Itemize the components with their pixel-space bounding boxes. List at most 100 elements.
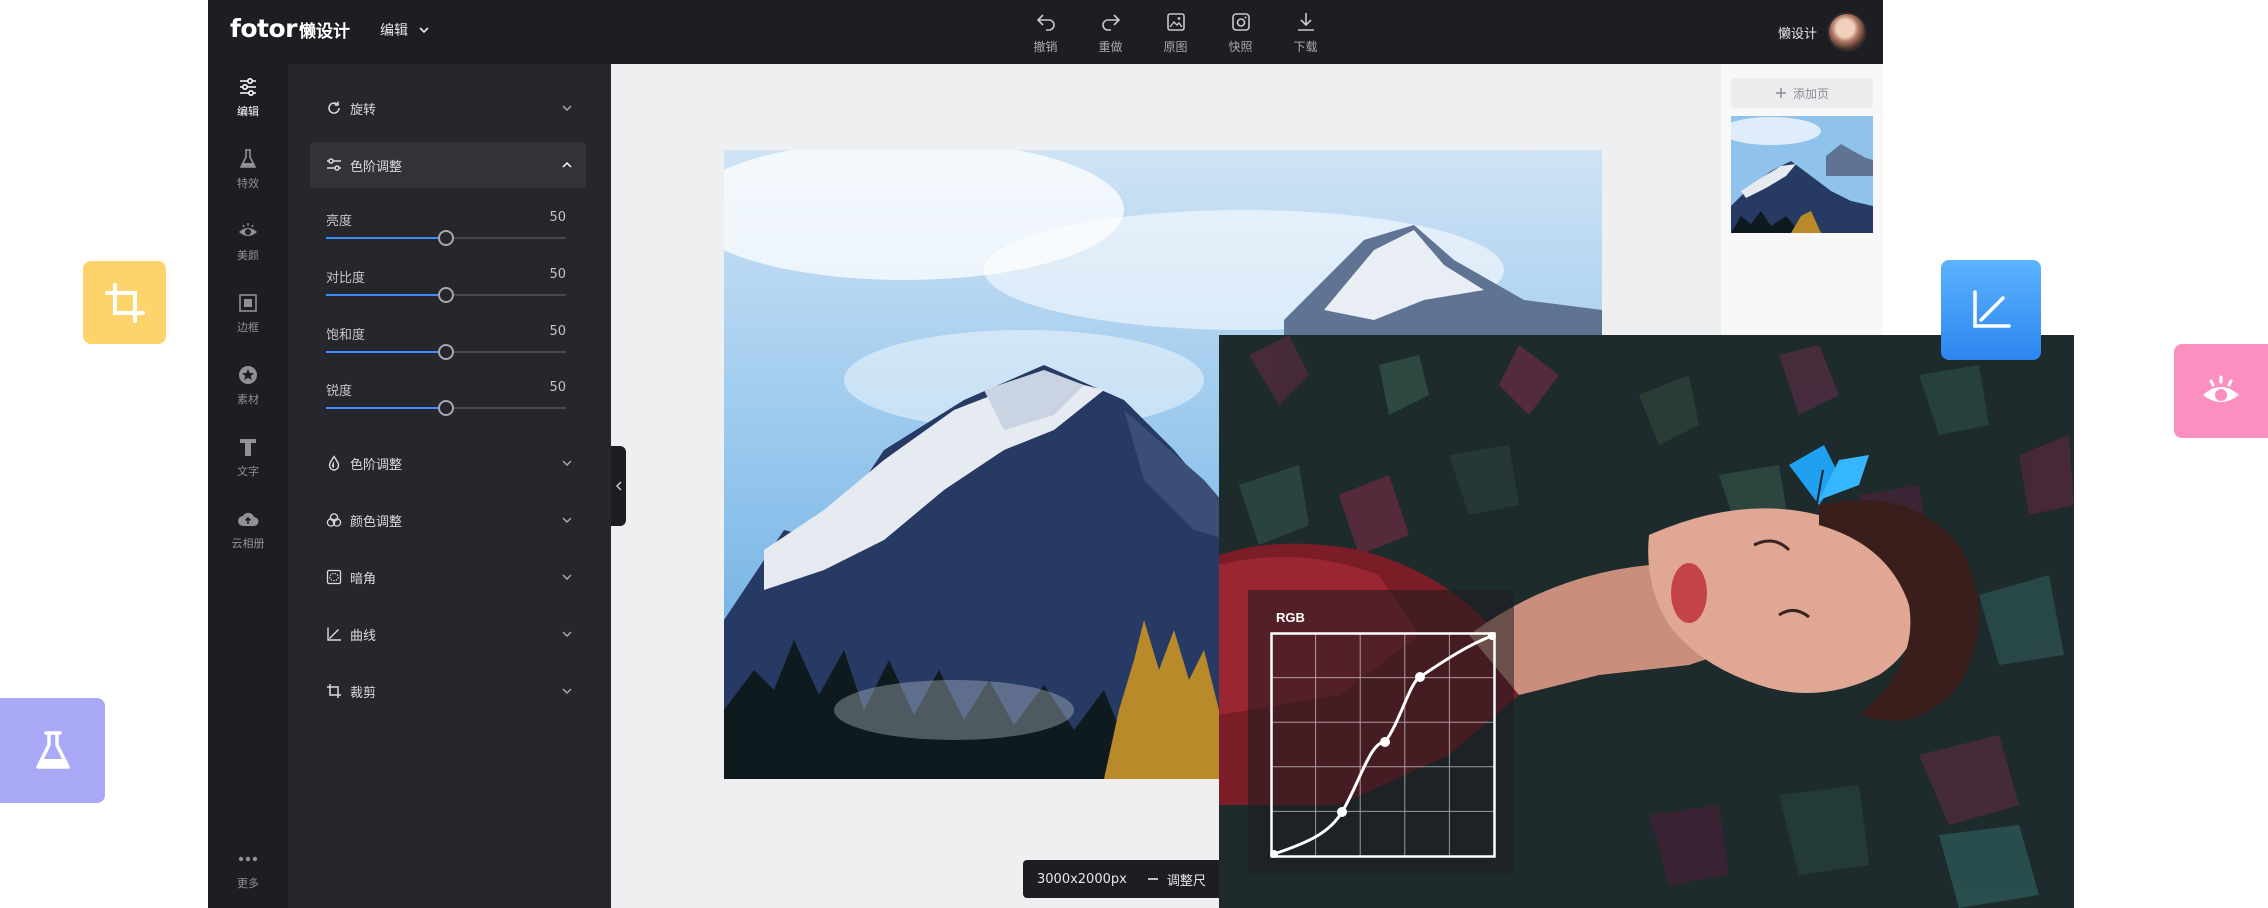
image-dimensions: 3000x2000px: [1037, 871, 1127, 887]
curve-point[interactable]: [1380, 737, 1390, 747]
sidebar-item-frame[interactable]: 边框: [208, 292, 288, 352]
page-thumbnail[interactable]: [1731, 116, 1873, 233]
sticker-icon: [239, 366, 257, 384]
beauty-feature-tile: [2174, 344, 2268, 438]
droplet-icon: [328, 455, 340, 471]
slider-fill: [326, 351, 446, 353]
chevron-down-icon: [562, 631, 572, 638]
slider-value: 50: [549, 380, 566, 395]
contrast-slider[interactable]: 对比度 50: [326, 267, 566, 313]
download-label: 下载: [1293, 40, 1318, 54]
cloud-upload-icon: [238, 512, 259, 526]
sliders-icon: [327, 158, 341, 171]
more-dots-icon: [238, 856, 258, 862]
eye-icon: [2203, 375, 2239, 402]
section-curve-label: 曲线: [350, 628, 377, 644]
saturation-slider[interactable]: 饱和度 50: [326, 324, 566, 370]
original-image-icon: [1166, 13, 1185, 31]
collapse-panel-button[interactable]: [611, 446, 626, 526]
curve-point[interactable]: [1415, 672, 1425, 682]
edit-menu-dropdown[interactable]: 编辑: [380, 20, 430, 40]
slider-track[interactable]: [326, 400, 566, 416]
adjustment-panel: 旋转 色阶调整 亮度 50 对比度 50 饱和度 50 锐度 50 色阶调整 颜…: [288, 64, 611, 908]
chevron-down-icon: [562, 688, 572, 695]
section-levels-open[interactable]: 色阶调整: [310, 142, 586, 188]
snapshot-label: 快照: [1228, 40, 1253, 54]
chevron-down-icon: [562, 105, 572, 112]
section-levels[interactable]: 色阶调整: [310, 440, 586, 486]
snapshot-button[interactable]: 快照: [1223, 10, 1258, 55]
sidebar-item-beauty[interactable]: 美颜: [208, 220, 288, 280]
section-crop-label: 裁剪: [350, 685, 377, 701]
sidebar-item-text-label: 文字: [237, 465, 259, 478]
sharpness-slider[interactable]: 锐度 50: [326, 380, 566, 426]
crop-icon: [104, 282, 145, 323]
tone-curve-graph[interactable]: [1270, 632, 1496, 858]
curve-point[interactable]: [1337, 807, 1347, 817]
undo-button[interactable]: 撤销: [1028, 10, 1063, 55]
brightness-slider[interactable]: 亮度 50: [326, 210, 566, 256]
slider-fill: [326, 237, 446, 239]
resize-control[interactable]: 调整尺: [1147, 870, 1206, 889]
chevron-down-icon: [562, 517, 572, 524]
slider-value: 50: [549, 267, 566, 282]
redo-label: 重做: [1098, 40, 1123, 54]
sidebar-item-effects[interactable]: 特效: [208, 148, 288, 208]
chevron-down-icon: [562, 460, 572, 467]
status-bar: 3000x2000px 调整尺: [1023, 860, 1233, 898]
plus-icon: [1775, 88, 1786, 98]
avatar[interactable]: [1827, 12, 1867, 52]
section-rotate-label: 旋转: [350, 102, 377, 118]
top-bar: fotor 懒设计 编辑 撤销 重做 原图 快照 下载 懒设计: [208, 0, 1883, 64]
flask-icon: [35, 730, 70, 769]
section-rotate[interactable]: 旋转: [310, 85, 586, 131]
section-crop[interactable]: 裁剪: [310, 668, 586, 714]
slider-knob[interactable]: [438, 400, 454, 416]
add-page-button[interactable]: 添加页: [1731, 78, 1873, 108]
flask-icon: [239, 149, 257, 168]
slider-label: 锐度: [326, 384, 353, 399]
main-toolbar: 撤销 重做 原图 快照 下载: [1028, 10, 1323, 55]
sidebar-item-more[interactable]: 更多: [208, 848, 288, 908]
sidebar-item-frame-label: 边框: [237, 321, 259, 334]
chevron-left-icon: [615, 481, 622, 491]
slider-knob[interactable]: [438, 230, 454, 246]
slider-track[interactable]: [326, 230, 566, 246]
rotate-icon: [328, 101, 340, 114]
add-page-label: 添加页: [1792, 86, 1829, 101]
logo-sub-text: 懒设计: [299, 22, 351, 42]
sidebar-item-text[interactable]: 文字: [208, 436, 288, 496]
sidebar-item-cloud[interactable]: 云相册: [208, 508, 288, 568]
chevron-down-icon: [419, 27, 429, 34]
sidebar-item-more-label: 更多: [237, 877, 259, 890]
sidebar-item-edit[interactable]: 编辑: [208, 76, 288, 136]
section-vignette[interactable]: 暗角: [310, 554, 586, 600]
fotor-logo[interactable]: fotor 懒设计: [230, 14, 350, 48]
sidebar-item-stickers[interactable]: 素材: [208, 364, 288, 424]
curve-feature-tile: [1941, 260, 2041, 360]
slider-track[interactable]: [326, 344, 566, 360]
edit-menu-label: 编辑: [380, 23, 408, 39]
curve-icon: [327, 627, 341, 641]
slider-knob[interactable]: [438, 287, 454, 303]
slider-knob[interactable]: [438, 344, 454, 360]
section-color[interactable]: 颜色调整: [310, 497, 586, 543]
slider-label: 对比度: [326, 271, 366, 286]
slider-value: 50: [549, 210, 566, 225]
original-image-button[interactable]: 原图: [1158, 10, 1193, 55]
edit-sliders-icon: [240, 77, 256, 97]
rgb-curve-panel[interactable]: RGB: [1248, 590, 1514, 873]
snapshot-icon: [1231, 13, 1250, 31]
crop-feature-tile: [83, 261, 166, 344]
slider-track[interactable]: [326, 287, 566, 303]
redo-icon: [1101, 14, 1120, 31]
download-icon: [1297, 13, 1314, 31]
download-button[interactable]: 下载: [1288, 10, 1323, 55]
curve-point[interactable]: [1488, 632, 1496, 640]
curve-point[interactable]: [1270, 850, 1278, 858]
section-curve[interactable]: 曲线: [310, 611, 586, 657]
user-menu[interactable]: 懒设计: [1778, 12, 1867, 52]
sidebar-item-effects-label: 特效: [237, 177, 259, 190]
redo-button[interactable]: 重做: [1093, 10, 1128, 55]
sidebar-item-cloud-label: 云相册: [231, 537, 265, 550]
